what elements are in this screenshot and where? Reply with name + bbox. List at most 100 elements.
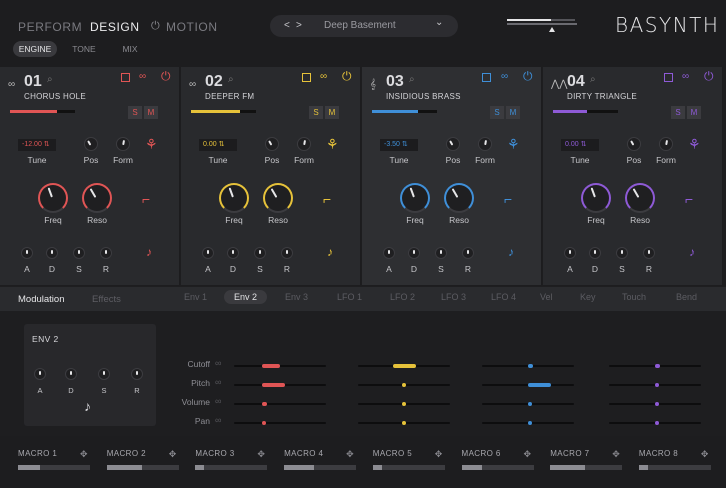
osc-level-bar[interactable] bbox=[553, 110, 587, 113]
a-knob[interactable] bbox=[202, 247, 214, 259]
mute-button[interactable]: M bbox=[144, 106, 158, 119]
freq-knob[interactable] bbox=[400, 183, 430, 213]
solo-button[interactable]: S bbox=[128, 106, 142, 119]
preset-selector[interactable]: < > Deep Basement ⌄ bbox=[270, 15, 458, 37]
solo-button[interactable]: S bbox=[490, 106, 504, 119]
tab-perform[interactable]: PERFORM bbox=[18, 20, 82, 34]
bird-icon[interactable]: ⚘ bbox=[145, 136, 158, 153]
solo-button[interactable]: S bbox=[309, 106, 323, 119]
bird-icon[interactable]: ⚘ bbox=[326, 136, 339, 153]
a-knob[interactable] bbox=[21, 247, 33, 259]
s-knob[interactable] bbox=[73, 247, 85, 259]
move-icon[interactable]: ✥ bbox=[169, 449, 177, 460]
osc-level-bar[interactable] bbox=[191, 110, 240, 113]
reso-knob[interactable] bbox=[263, 183, 293, 213]
mod-amount-slider[interactable] bbox=[234, 403, 326, 405]
reso-knob[interactable] bbox=[625, 183, 655, 213]
tune-field[interactable]: 0.00 ⇅ bbox=[561, 139, 599, 151]
macro-slider[interactable] bbox=[195, 465, 268, 470]
mod-source-tab[interactable]: Vel bbox=[540, 292, 553, 302]
link-icon[interactable]: ∞ bbox=[320, 71, 327, 82]
tab-motion[interactable]: MOTION bbox=[166, 20, 218, 34]
link-icon[interactable]: ∞ bbox=[215, 377, 221, 387]
search-icon[interactable]: ⌕ bbox=[228, 74, 234, 85]
link-icon[interactable]: ∞ bbox=[501, 71, 508, 82]
r-knob[interactable] bbox=[281, 247, 293, 259]
macro-slider[interactable] bbox=[550, 465, 623, 470]
reso-knob[interactable] bbox=[444, 183, 474, 213]
mod-source-tab[interactable]: Touch bbox=[622, 292, 646, 302]
move-icon[interactable]: ✥ bbox=[80, 449, 88, 460]
macro-slider[interactable] bbox=[638, 465, 711, 470]
a-knob[interactable] bbox=[564, 247, 576, 259]
mute-button[interactable]: M bbox=[506, 106, 520, 119]
filter-shape-icon[interactable]: ⌐ bbox=[323, 191, 331, 207]
macro-slider[interactable] bbox=[372, 465, 445, 470]
link-icon[interactable]: ∞ bbox=[215, 396, 221, 406]
link-icon[interactable]: ∞ bbox=[215, 358, 221, 368]
s-knob[interactable] bbox=[254, 247, 266, 259]
search-icon[interactable]: ⌕ bbox=[409, 74, 415, 85]
search-icon[interactable]: ⌕ bbox=[47, 74, 53, 85]
move-icon[interactable]: ✥ bbox=[257, 449, 265, 460]
r-knob[interactable] bbox=[643, 247, 655, 259]
macro-slider[interactable] bbox=[106, 465, 179, 470]
form-knob[interactable] bbox=[478, 137, 492, 151]
macro-slider[interactable] bbox=[284, 465, 357, 470]
tab-effects[interactable]: Effects bbox=[92, 294, 121, 305]
subtab-mix[interactable]: MIX bbox=[112, 41, 148, 57]
pos-knob[interactable] bbox=[84, 137, 98, 151]
mod-source-tab[interactable]: LFO 2 bbox=[390, 292, 415, 302]
mod-source-tab[interactable]: LFO 4 bbox=[491, 292, 516, 302]
r-knob[interactable] bbox=[462, 247, 474, 259]
reso-knob[interactable] bbox=[82, 183, 112, 213]
freq-knob[interactable] bbox=[38, 183, 68, 213]
env-knob[interactable] bbox=[131, 368, 143, 380]
power-icon[interactable]: ⏻ bbox=[523, 69, 533, 84]
form-knob[interactable] bbox=[116, 137, 130, 151]
link-icon[interactable]: ∞ bbox=[682, 71, 689, 82]
filter-shape-icon[interactable]: ⌐ bbox=[685, 191, 693, 207]
d-knob[interactable] bbox=[408, 247, 420, 259]
mod-amount-slider[interactable] bbox=[234, 422, 326, 424]
fullscreen-icon[interactable] bbox=[121, 73, 130, 82]
pos-knob[interactable] bbox=[627, 137, 641, 151]
mute-button[interactable]: M bbox=[325, 106, 339, 119]
tune-field[interactable]: -3.50 ⇅ bbox=[380, 139, 418, 151]
fullscreen-icon[interactable] bbox=[302, 73, 311, 82]
freq-knob[interactable] bbox=[581, 183, 611, 213]
music-note-icon[interactable]: ♪ bbox=[84, 398, 91, 414]
music-note-icon[interactable]: ♪ bbox=[146, 245, 152, 259]
bird-icon[interactable]: ⚘ bbox=[688, 136, 701, 153]
mod-source-tab[interactable]: LFO 1 bbox=[337, 292, 362, 302]
osc-level-bar[interactable] bbox=[372, 110, 418, 113]
freq-knob[interactable] bbox=[219, 183, 249, 213]
search-icon[interactable]: ⌕ bbox=[590, 74, 596, 85]
mod-source-tab[interactable]: LFO 3 bbox=[441, 292, 466, 302]
form-knob[interactable] bbox=[659, 137, 673, 151]
form-knob[interactable] bbox=[297, 137, 311, 151]
fullscreen-icon[interactable] bbox=[482, 73, 491, 82]
d-knob[interactable] bbox=[46, 247, 58, 259]
s-knob[interactable] bbox=[616, 247, 628, 259]
mod-source-tab[interactable]: Env 3 bbox=[285, 292, 308, 302]
music-note-icon[interactable]: ♪ bbox=[689, 245, 695, 259]
tune-field[interactable]: -12.00 ⇅ bbox=[18, 139, 56, 151]
chevron-down-icon[interactable]: ⌄ bbox=[435, 12, 443, 34]
tune-field[interactable]: 0.00 ⇅ bbox=[199, 139, 237, 151]
power-icon[interactable]: ⏻ bbox=[161, 69, 171, 84]
filter-shape-icon[interactable]: ⌐ bbox=[504, 191, 512, 207]
link-icon[interactable]: ∞ bbox=[215, 415, 221, 425]
power-icon[interactable]: ⏻ bbox=[704, 69, 714, 84]
mute-button[interactable]: M bbox=[687, 106, 701, 119]
preset-next-button[interactable]: > bbox=[296, 15, 302, 37]
mod-source-tab[interactable]: Env 1 bbox=[184, 292, 207, 302]
subtab-tone[interactable]: TONE bbox=[66, 41, 102, 57]
music-note-icon[interactable]: ♪ bbox=[508, 245, 514, 259]
pos-knob[interactable] bbox=[446, 137, 460, 151]
master-volume-slider[interactable] bbox=[507, 19, 577, 32]
mod-source-tab[interactable]: Key bbox=[580, 292, 596, 302]
fullscreen-icon[interactable] bbox=[664, 73, 673, 82]
bird-icon[interactable]: ⚘ bbox=[507, 136, 520, 153]
macro-slider[interactable] bbox=[461, 465, 534, 470]
